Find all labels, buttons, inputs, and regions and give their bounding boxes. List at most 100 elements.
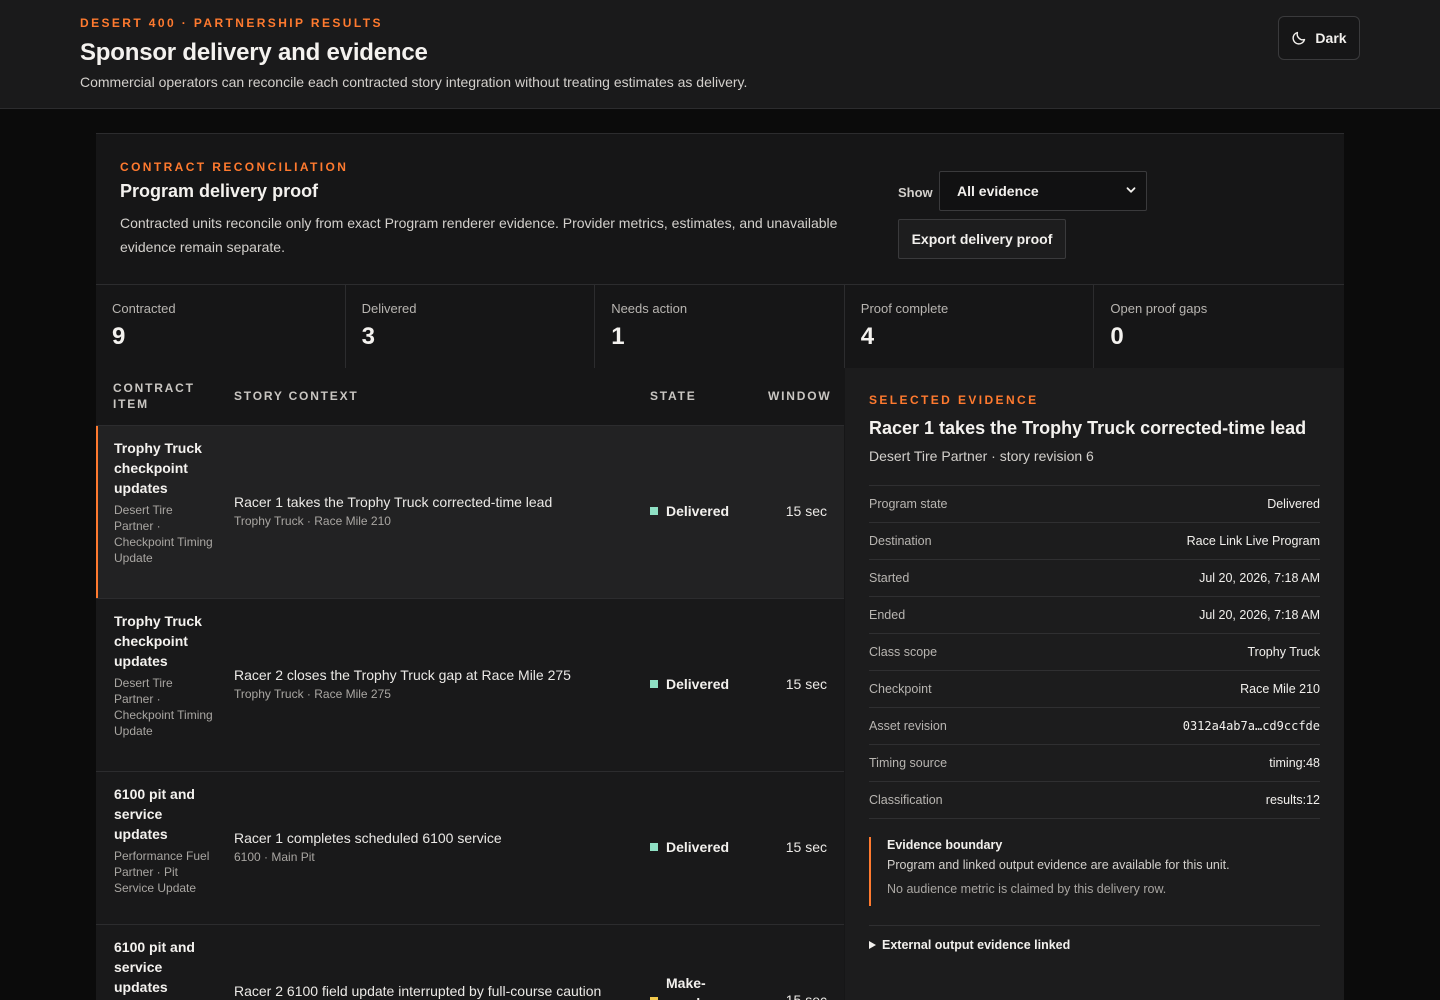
contract-item-meta: Performance Fuel Partner · Pit Service U…: [114, 849, 210, 895]
detail-subtitle: Desert Tire Partner · story revision 6: [869, 448, 1094, 464]
field-key: Destination: [869, 534, 932, 548]
stat-value: 9: [112, 323, 126, 350]
stat-needs-action: Needs action 1: [595, 285, 845, 368]
field-key: Ended: [869, 608, 906, 622]
triangle-right-icon: [869, 941, 876, 949]
field-program-state: Program state Delivered: [869, 486, 1320, 523]
status-dot: [650, 507, 658, 515]
story-meta: Trophy Truck · Race Mile 275: [234, 687, 391, 701]
table-row[interactable]: Trophy Truck checkpoint updates Desert T…: [96, 425, 844, 598]
contract-item-title: 6100 pit and service updates: [114, 786, 195, 842]
selected-evidence-panel: SELECTED EVIDENCE Racer 1 takes the Trop…: [845, 368, 1344, 1000]
stat-contracted: Contracted 9: [96, 285, 346, 368]
contract-item-cell: 6100 pit and service updates Performance…: [114, 784, 214, 896]
external-output-disclosure[interactable]: External output evidence linked: [869, 925, 1320, 952]
story-title: Racer 2 closes the Trophy Truck gap at R…: [234, 667, 571, 683]
field-checkpoint: Checkpoint Race Mile 210: [869, 671, 1320, 708]
story-meta: Trophy Truck · Race Mile 210: [234, 514, 391, 528]
theme-toggle-label: Dark: [1315, 30, 1347, 46]
page-subtitle: Commercial operators can reconcile each …: [80, 74, 748, 90]
contract-items-table: CONTRACT ITEM STORY CONTEXT STATE WINDOW…: [96, 368, 844, 1000]
summary-stats: Contracted 9 Delivered 3 Needs action 1 …: [96, 284, 1344, 368]
field-key: Program state: [869, 497, 948, 511]
column-header-contract-item: CONTRACT ITEM: [113, 381, 195, 411]
table-header: CONTRACT ITEM STORY CONTEXT STATE WINDOW: [96, 368, 844, 425]
stat-label: Delivered: [361, 301, 417, 316]
story-context-cell: Racer 2 6100 field update interrupted by…: [234, 981, 624, 1000]
show-filter-value: All evidence: [957, 183, 1039, 199]
contract-item-cell: Trophy Truck checkpoint updates Desert T…: [114, 438, 214, 566]
detail-eyebrow: SELECTED EVIDENCE: [869, 393, 1039, 407]
page-eyebrow: DESERT 400 · PARTNERSHIP RESULTS: [80, 16, 383, 30]
field-destination: Destination Race Link Live Program: [869, 523, 1320, 560]
stat-delivered: Delivered 3: [345, 285, 596, 368]
table-row[interactable]: Trophy Truck checkpoint updates Desert T…: [96, 598, 844, 771]
status-label: Delivered: [666, 676, 730, 692]
state-cell: Make-good: [650, 973, 716, 1000]
export-delivery-proof-button[interactable]: Export delivery proof: [898, 219, 1066, 259]
delivery-proof-panel: CONTRACT RECONCILIATION Program delivery…: [96, 133, 1344, 1000]
stat-value: 4: [860, 323, 875, 350]
boundary-title: Evidence boundary: [887, 838, 1003, 852]
table-row[interactable]: 6100 pit and service updates Performance…: [96, 771, 844, 924]
field-key: Classification: [869, 793, 943, 807]
state-cell: Delivered: [650, 839, 729, 855]
stat-label: Open proof gaps: [1110, 301, 1208, 316]
field-value: 0312a4ab7a…cd9ccfde: [1182, 719, 1320, 733]
evidence-boundary-note: Evidence boundary Program and linked out…: [869, 837, 1320, 906]
state-cell: Delivered: [650, 503, 729, 519]
field-ended: Ended Jul 20, 2026, 7:18 AM: [869, 597, 1320, 634]
field-key: Class scope: [869, 645, 938, 659]
story-meta: 6100 · Main Pit: [234, 850, 315, 864]
page-title: Sponsor delivery and evidence: [80, 39, 428, 66]
moon-icon: [1292, 31, 1306, 45]
column-header-state: STATE: [650, 389, 697, 403]
window-cell: 15 sec: [785, 676, 827, 692]
theme-toggle-button[interactable]: Dark: [1278, 16, 1360, 60]
status-dot: [650, 680, 658, 688]
field-key: Asset revision: [869, 719, 947, 733]
field-value: Jul 20, 2026, 7:18 AM: [1199, 608, 1320, 622]
status-label: Delivered: [666, 839, 730, 855]
field-value: Jul 20, 2026, 7:18 AM: [1199, 571, 1320, 585]
stat-label: Proof complete: [860, 301, 949, 316]
contract-item-meta: Desert Tire Partner · Checkpoint Timing …: [114, 676, 213, 738]
boundary-line: Program and linked output evidence are a…: [887, 858, 1230, 872]
field-value: Race Mile 210: [1240, 682, 1320, 696]
show-filter-label: Show: [898, 185, 933, 200]
field-value: Trophy Truck: [1247, 645, 1320, 659]
field-key: Started: [869, 571, 910, 585]
stat-value: 3: [361, 323, 375, 350]
story-context-cell: Racer 1 completes scheduled 6100 service…: [234, 828, 624, 864]
field-value: Delivered: [1267, 497, 1320, 511]
panel-description: Contracted units reconcile only from exa…: [120, 215, 838, 255]
field-value: timing:48: [1269, 756, 1320, 770]
panel-title: Program delivery proof: [120, 181, 319, 201]
stat-value: 1: [611, 323, 625, 350]
field-value: Race Link Live Program: [1186, 534, 1320, 548]
contract-item-cell: 6100 pit and service updates: [114, 937, 214, 997]
window-cell: 15 sec: [785, 839, 827, 855]
column-header-window: WINDOW: [768, 389, 832, 403]
contract-item-title: Trophy Truck checkpoint updates: [114, 613, 202, 669]
page-header: DESERT 400 · PARTNERSHIP RESULTS Sponsor…: [0, 0, 1440, 109]
story-title: Racer 1 completes scheduled 6100 service: [234, 830, 502, 846]
contract-item-title: 6100 pit and service updates: [114, 939, 195, 995]
window-cell: 15 sec: [785, 992, 827, 1000]
stat-open-proof-gaps: Open proof gaps 0: [1094, 285, 1344, 368]
story-context-cell: Racer 2 closes the Trophy Truck gap at R…: [234, 665, 624, 701]
show-filter-select[interactable]: All evidence: [939, 171, 1147, 211]
status-dot: [650, 843, 658, 851]
contract-item-title: Trophy Truck checkpoint updates: [114, 440, 202, 496]
field-asset-revision: Asset revision 0312a4ab7a…cd9ccfde: [869, 708, 1320, 745]
status-label: Make-good: [666, 975, 706, 1000]
contract-item-cell: Trophy Truck checkpoint updates Desert T…: [114, 611, 214, 739]
field-class-scope: Class scope Trophy Truck: [869, 634, 1320, 671]
status-label: Delivered: [666, 503, 730, 519]
evidence-fields: Program state Delivered Destination Race…: [869, 485, 1320, 819]
table-row[interactable]: 6100 pit and service updates Racer 2 610…: [96, 924, 844, 1000]
stat-proof-complete: Proof complete 4: [844, 285, 1095, 368]
window-cell: 15 sec: [785, 503, 827, 519]
story-title: Racer 1 takes the Trophy Truck corrected…: [234, 494, 553, 510]
field-timing-source: Timing source timing:48: [869, 745, 1320, 782]
